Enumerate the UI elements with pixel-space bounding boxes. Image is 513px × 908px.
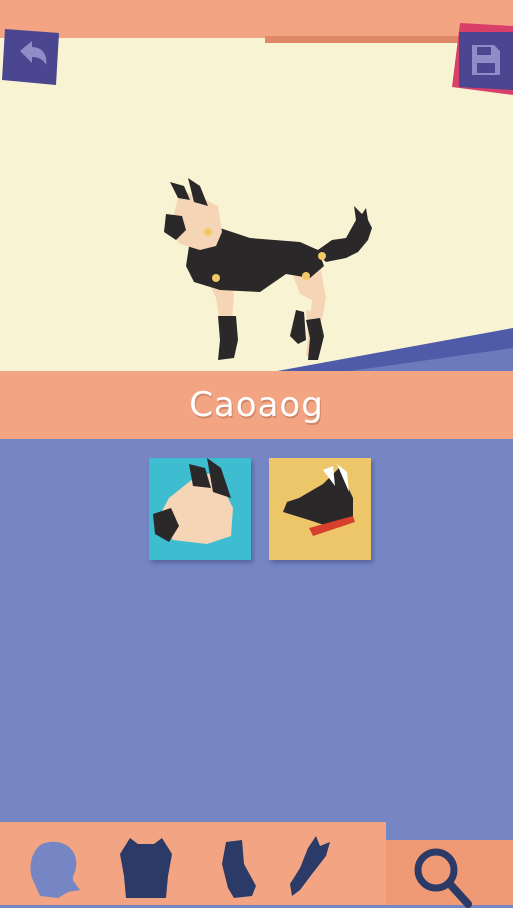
joint-front-leg[interactable] (212, 274, 220, 282)
dog-preview (164, 178, 372, 360)
tail-category-icon[interactable] (286, 834, 336, 900)
dog-ear-left (170, 182, 190, 200)
black-dog-head-icon (283, 464, 355, 536)
body-category-icon[interactable] (116, 836, 176, 900)
joint-neck[interactable] (204, 228, 212, 236)
part-selection-panel (0, 439, 513, 829)
dog-name[interactable]: Caoaog (189, 385, 324, 425)
head-category-icon[interactable] (28, 838, 84, 900)
cream-dog-head-icon (153, 458, 233, 544)
head-option-cream[interactable] (149, 458, 251, 560)
top-paper-strip (0, 0, 513, 38)
name-banner: Caoaog (0, 371, 513, 439)
joint-tail[interactable] (318, 252, 326, 260)
back-button[interactable] (2, 27, 60, 85)
joint-back-leg[interactable] (302, 272, 310, 280)
legs-category-icon[interactable] (212, 838, 262, 900)
search-button[interactable] (386, 840, 513, 908)
floppy-disk-icon (452, 23, 513, 95)
dog-back-paw-2 (290, 310, 306, 344)
magnifier-icon (414, 848, 472, 908)
save-button[interactable] (450, 23, 513, 95)
category-toolbar (0, 822, 386, 905)
dog-front-paw (218, 316, 238, 360)
back-arrow-icon (2, 29, 59, 85)
head-option-black[interactable] (269, 458, 371, 560)
